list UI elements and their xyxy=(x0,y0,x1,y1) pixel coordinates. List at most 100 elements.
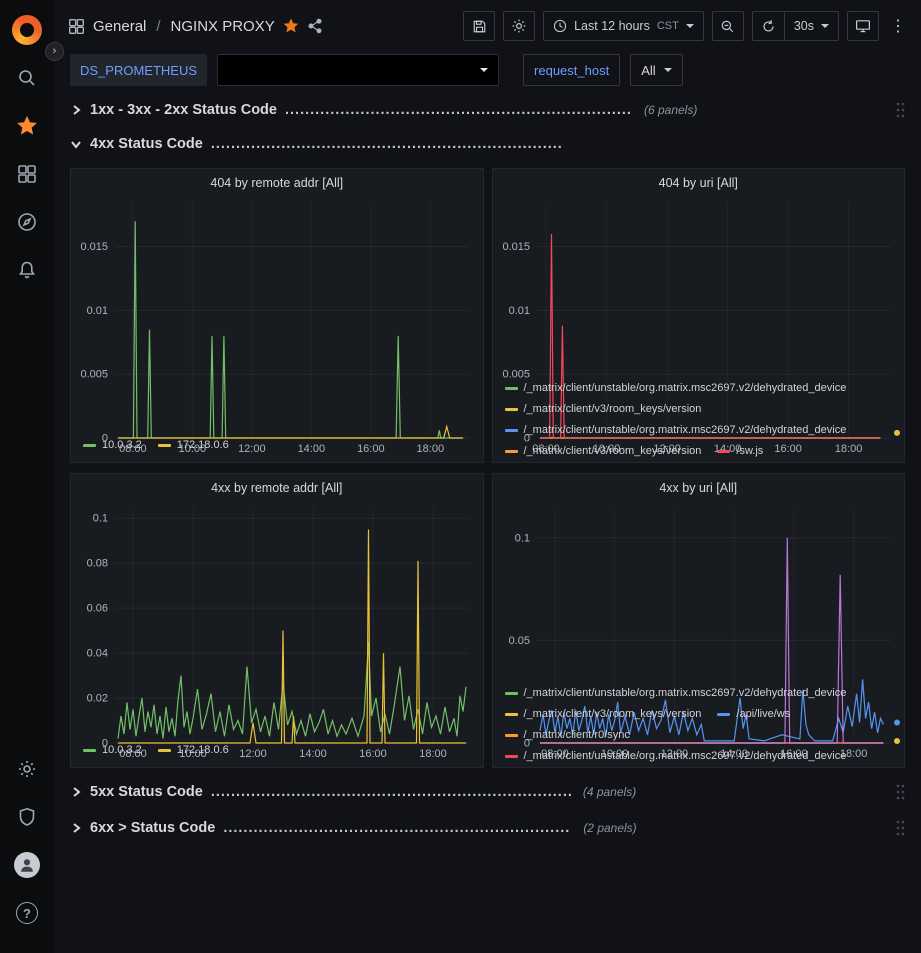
panel-title[interactable]: 404 by uri [All] xyxy=(493,169,905,192)
row-panel-count: (4 panels) xyxy=(583,785,636,799)
time-zone-label: CST xyxy=(657,20,679,32)
datasource-variable-label[interactable]: DS_PROMETHEUS xyxy=(70,54,207,86)
grafana-logo-icon xyxy=(12,15,42,45)
question-icon: ? xyxy=(16,902,38,924)
panel-title[interactable]: 404 by remote addr [All] xyxy=(71,169,483,192)
favorite-star-icon[interactable] xyxy=(283,18,299,34)
breadcrumb-section[interactable]: General xyxy=(93,18,146,35)
chart-canvas[interactable]: 00.020.040.060.080.108:0010:0012:0014:00… xyxy=(73,499,485,761)
legend-label: /_matrix/client/unstable/org.matrix.msc2… xyxy=(524,420,847,441)
zoom-out-button[interactable] xyxy=(712,11,744,41)
row-title: 6xx > Status Code xyxy=(90,820,215,836)
drag-handle-icon[interactable] xyxy=(895,819,905,837)
panel-legend: /_matrix/client/unstable/org.matrix.msc2… xyxy=(493,681,905,767)
legend-label: /sw.js xyxy=(736,441,763,462)
chevron-down-icon xyxy=(480,68,488,72)
request-host-variable-label[interactable]: request_host xyxy=(523,54,620,86)
panel-legend: /_matrix/client/unstable/org.matrix.msc2… xyxy=(493,376,905,462)
dashboard-body: 1xx - 3xx - 2xx Status Code ............… xyxy=(54,88,921,953)
legend-item[interactable]: 10.0.3.2 xyxy=(83,435,142,456)
legend-swatch xyxy=(717,450,730,453)
legend-swatch xyxy=(505,450,518,453)
sidebar-item-alerting[interactable] xyxy=(7,250,47,290)
topbar-actions: Last 12 hours CST 30s xyxy=(463,11,909,41)
expand-sidebar-button[interactable]: › xyxy=(45,42,64,61)
refresh-button[interactable] xyxy=(752,11,784,41)
panel-title[interactable]: 4xx by uri [All] xyxy=(493,474,905,497)
row-4xx[interactable]: 4xx Status Code ........................… xyxy=(70,130,905,158)
legend-label: /_matrix/client/v3/room_keys/version xyxy=(524,399,702,420)
sidebar: ? xyxy=(0,0,54,953)
row-6xx[interactable]: 6xx > Status Code ......................… xyxy=(70,814,905,842)
legend-item[interactable]: 172.18.0.6 xyxy=(158,435,229,456)
sidebar-item-explore[interactable] xyxy=(7,202,47,242)
panel-title[interactable]: 4xx by remote addr [All] xyxy=(71,474,483,497)
chart-area[interactable]: 00.0050.010.01508:0010:0012:0014:0016:00… xyxy=(71,192,483,433)
drag-handle-icon[interactable] xyxy=(895,101,905,119)
legend-item[interactable]: /_matrix/client/v3/room_keys/version xyxy=(505,704,702,725)
more-options-button[interactable]: ⋮ xyxy=(887,11,909,41)
svg-text:0.04: 0.04 xyxy=(87,648,108,660)
time-range-picker[interactable]: Last 12 hours CST xyxy=(543,11,704,41)
refresh-interval-dropdown[interactable]: 30s xyxy=(784,11,839,41)
chart-area[interactable]: 00.0050.010.01508:0010:0012:0014:0016:00… xyxy=(493,192,905,376)
legend-label: 10.0.3.2 xyxy=(102,740,142,761)
breadcrumb: General / NGINX PROXY xyxy=(68,18,323,35)
chart-area[interactable]: 00.020.040.060.080.108:0010:0012:0014:00… xyxy=(71,497,483,738)
legend-label: /api/live/ws xyxy=(736,704,790,725)
cycle-view-mode-button[interactable] xyxy=(847,11,879,41)
row-1xx-3xx-2xx[interactable]: 1xx - 3xx - 2xx Status Code ............… xyxy=(70,96,905,124)
breadcrumb-separator: / xyxy=(154,18,162,35)
legend-item[interactable]: /_matrix/client/unstable/org.matrix.msc2… xyxy=(505,683,847,704)
dashboard-settings-button[interactable] xyxy=(503,11,535,41)
legend-item[interactable]: /sw.js xyxy=(717,441,763,462)
legend-label: /_matrix/client/r0/sync xyxy=(524,725,630,746)
legend-swatch xyxy=(505,713,518,716)
legend-item[interactable]: 10.0.3.2 xyxy=(83,740,142,761)
row-panel-count: (6 panels) xyxy=(644,103,697,117)
legend-swatch xyxy=(83,749,96,752)
star-icon xyxy=(17,116,37,136)
legend-item[interactable]: /_matrix/client/v3/room_keys/version xyxy=(505,441,702,462)
legend-swatch xyxy=(505,692,518,695)
sidebar-item-help[interactable]: ? xyxy=(7,893,47,933)
legend-item[interactable]: /_matrix/client/unstable/org.matrix.msc2… xyxy=(505,420,847,441)
svg-text:0.01: 0.01 xyxy=(87,305,108,317)
panel-legend: 10.0.3.2 172.18.0.6 xyxy=(71,433,483,462)
sidebar-item-dashboards[interactable] xyxy=(7,154,47,194)
legend-item[interactable]: /_matrix/client/unstable/org.matrix.msc2… xyxy=(505,378,847,399)
legend-item[interactable]: 172.18.0.6 xyxy=(158,740,229,761)
chart-area[interactable]: 00.050.108:0010:0012:0014:0016:0018:00 xyxy=(493,497,905,681)
legend-item[interactable]: /_matrix/client/v3/room_keys/version xyxy=(505,399,702,420)
sidebar-item-search[interactable] xyxy=(7,58,47,98)
refresh-group: 30s xyxy=(752,11,839,41)
share-icon[interactable] xyxy=(307,18,323,34)
legend-label: /_matrix/client/v3/room_keys/version xyxy=(524,704,702,725)
save-dashboard-button[interactable] xyxy=(463,11,495,41)
row-panel-count: (2 panels) xyxy=(583,821,636,835)
svg-text:0.05: 0.05 xyxy=(508,635,529,647)
legend-item[interactable]: /api/live/ws xyxy=(717,704,790,725)
legend-item[interactable]: /_matrix/client/unstable/org.matrix.msc2… xyxy=(505,746,847,767)
chart-canvas[interactable]: 00.0050.010.01508:0010:0012:0014:0016:00… xyxy=(73,194,485,456)
refresh-icon xyxy=(761,19,776,34)
row-5xx[interactable]: 5xx Status Code ........................… xyxy=(70,778,905,806)
apps-icon[interactable] xyxy=(68,18,85,35)
datasource-select[interactable] xyxy=(217,54,499,86)
sidebar-item-configuration[interactable] xyxy=(7,749,47,789)
grafana-logo[interactable] xyxy=(7,10,47,50)
row-title-dots: ........................................… xyxy=(211,136,563,152)
legend-label: 172.18.0.6 xyxy=(177,740,229,761)
svg-text:0.01: 0.01 xyxy=(508,305,529,317)
time-range-label: Last 12 hours xyxy=(574,19,650,33)
sidebar-item-profile[interactable] xyxy=(7,845,47,885)
svg-text:0.02: 0.02 xyxy=(87,693,108,705)
legend-swatch xyxy=(505,734,518,737)
request-host-select[interactable]: All xyxy=(630,54,682,86)
legend-label: 172.18.0.6 xyxy=(177,435,229,456)
legend-item[interactable]: /_matrix/client/r0/sync xyxy=(505,725,630,746)
sidebar-item-server-admin[interactable] xyxy=(7,797,47,837)
drag-handle-icon[interactable] xyxy=(895,783,905,801)
dashboard-title[interactable]: NGINX PROXY xyxy=(171,18,275,35)
sidebar-item-starred[interactable] xyxy=(7,106,47,146)
